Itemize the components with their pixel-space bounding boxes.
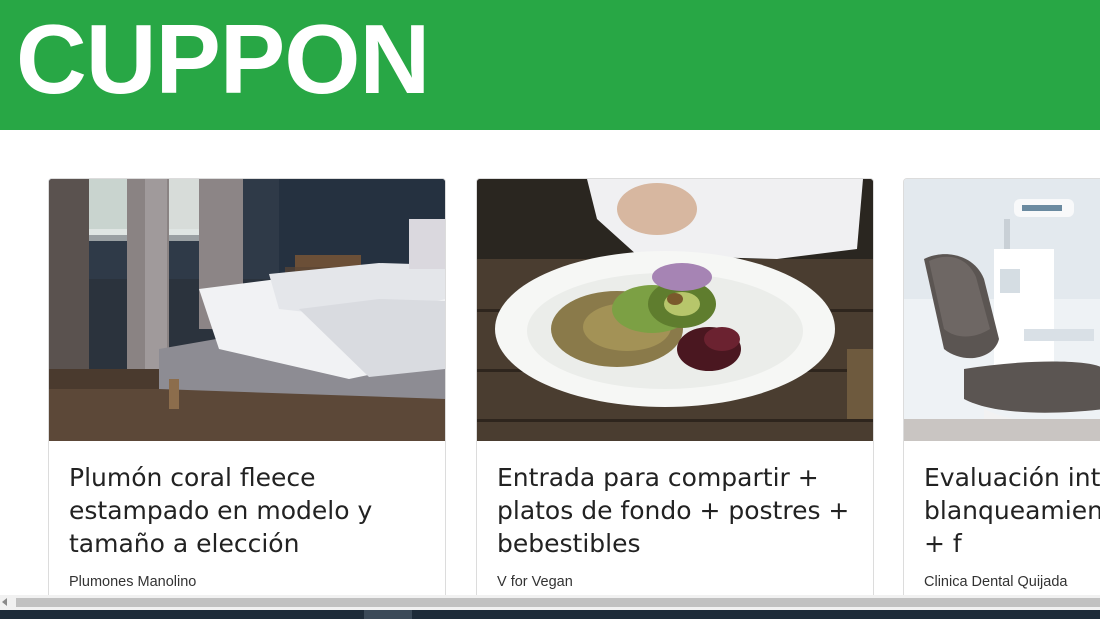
site-header: CUPPON [0,0,1100,130]
scroll-left-arrow-icon[interactable] [2,598,7,606]
deal-image-dental[interactable] [904,179,1100,441]
deals-carousel: Plumón coral fleece estampado en modelo … [0,130,1100,595]
deal-title[interactable]: Plumón coral fleece estampado en modelo … [69,461,427,560]
deal-card[interactable]: Evaluación integral + blanqueamiento + l… [903,178,1100,595]
deal-vendor: Clinica Dental Quijada [924,574,1068,590]
deal-vendor: Plumones Manolino [69,574,197,590]
deal-title[interactable]: Entrada para compartir + platos de fondo… [497,461,855,560]
deal-image-salad[interactable] [477,179,873,441]
site-logo[interactable]: CUPPON [16,4,430,114]
deal-image-bedroom[interactable] [49,179,445,441]
taskbar-button[interactable] [364,610,412,619]
scrollbar-thumb[interactable] [16,598,1100,607]
deal-title[interactable]: Evaluación integral + blanqueamiento + l… [924,461,1100,560]
taskbar [0,610,1100,619]
deal-vendor: V for Vegan [497,574,573,590]
deal-card[interactable]: Plumón coral fleece estampado en modelo … [48,178,446,595]
deal-card[interactable]: Entrada para compartir + platos de fondo… [476,178,874,595]
horizontal-scrollbar[interactable] [0,595,1100,610]
